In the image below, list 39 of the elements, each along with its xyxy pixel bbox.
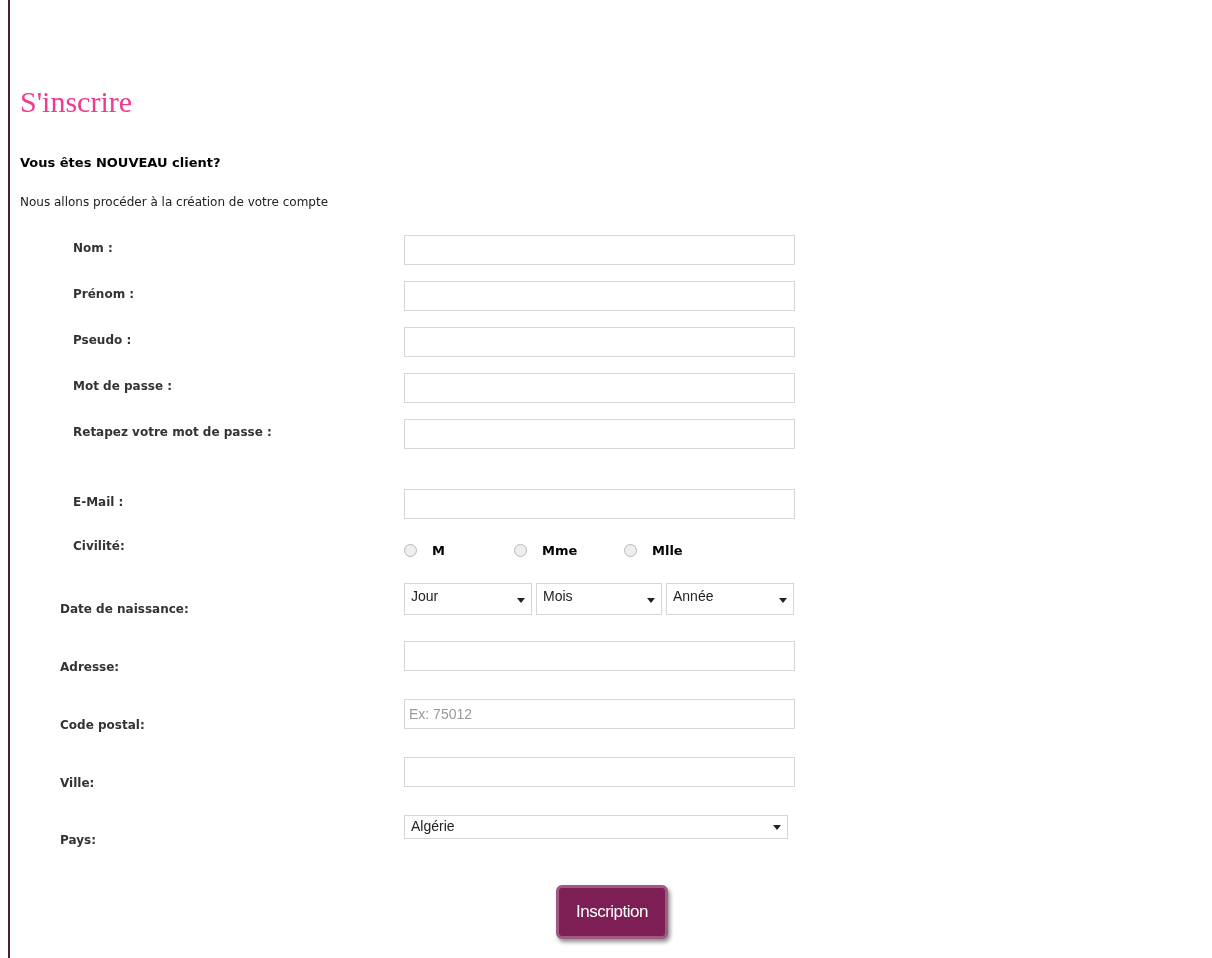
input-field[interactable] bbox=[404, 756, 795, 787]
field-label: Date de naissance: bbox=[59, 600, 190, 617]
input-field[interactable] bbox=[404, 373, 795, 403]
input-field[interactable] bbox=[404, 640, 795, 671]
input-field[interactable] bbox=[404, 489, 795, 519]
radio-button[interactable] bbox=[514, 544, 527, 558]
field-label: Retapez votre mot de passe : bbox=[72, 424, 273, 440]
caret-icon bbox=[773, 824, 781, 830]
field-label: Ville: bbox=[59, 774, 96, 791]
field-label: Prénom : bbox=[72, 286, 136, 302]
caret-icon bbox=[517, 597, 525, 603]
field-label: Nom : bbox=[72, 240, 114, 256]
submit-button[interactable]: Inscription bbox=[556, 884, 668, 939]
field-label: Mot de passe : bbox=[72, 378, 174, 394]
caret-icon bbox=[779, 597, 787, 603]
input-field[interactable] bbox=[404, 235, 795, 265]
field-label: Pays: bbox=[59, 831, 97, 848]
field-label: E-Mail : bbox=[72, 494, 125, 510]
radio-label: M bbox=[432, 542, 445, 560]
dropdown[interactable]: Algérie bbox=[404, 814, 788, 839]
section-heading: Vous êtes NOUVEAU client? bbox=[20, 154, 222, 172]
input-field[interactable] bbox=[404, 281, 795, 311]
radio-label: Mme bbox=[542, 542, 578, 560]
dropdown[interactable]: Mois bbox=[536, 582, 662, 615]
caret-icon bbox=[647, 597, 655, 603]
field-label: Civilité: bbox=[72, 538, 126, 554]
dropdown[interactable]: Jour bbox=[404, 582, 532, 615]
radio-button[interactable] bbox=[624, 544, 637, 558]
field-label: Code postal: bbox=[59, 716, 146, 733]
page-title: S'inscrire bbox=[20, 84, 134, 120]
input-field[interactable] bbox=[404, 419, 795, 449]
field-label: Adresse: bbox=[59, 658, 121, 675]
dropdown[interactable]: Année bbox=[666, 582, 794, 615]
radio-label: Mlle bbox=[652, 542, 683, 560]
input-field[interactable] bbox=[404, 327, 795, 357]
radio-button[interactable] bbox=[404, 544, 417, 558]
field-label: Pseudo : bbox=[72, 332, 133, 348]
input-field[interactable]: Ex: 75012 bbox=[404, 698, 795, 729]
intro-text: Nous allons procéder à la création de votre compte bbox=[20, 194, 330, 210]
